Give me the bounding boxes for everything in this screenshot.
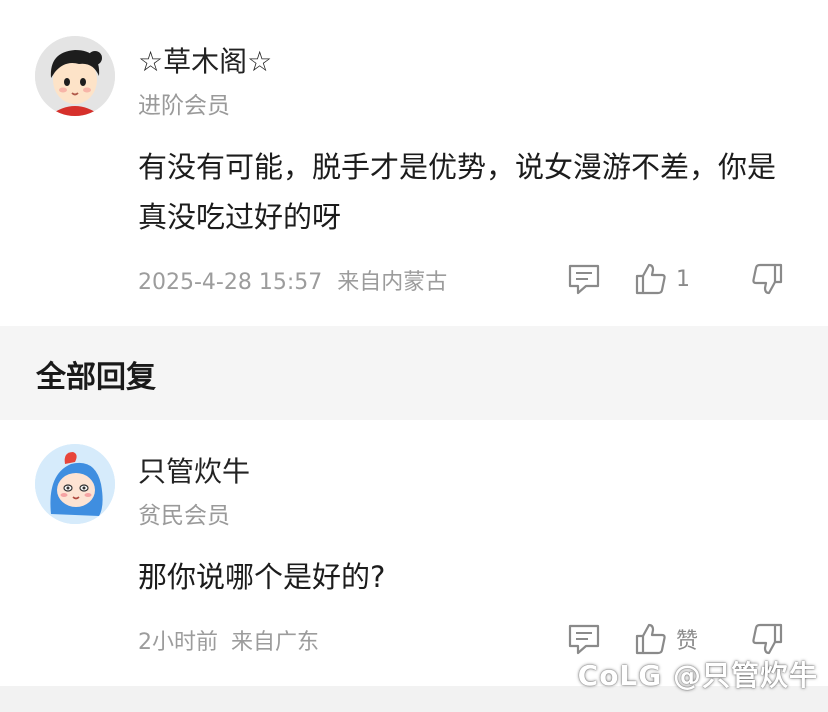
username[interactable]: ☆草木阁☆ <box>138 40 272 80</box>
timestamp: 2025-4-28 15:57 <box>138 270 323 295</box>
watermark: CoLG @只管炊牛 <box>577 659 818 692</box>
avatar[interactable] <box>35 36 115 116</box>
like-button[interactable]: 赞 <box>634 622 698 656</box>
reply-icon <box>568 624 600 655</box>
comment-meta: 2025-4-28 15:57 来自内蒙古 <box>138 264 447 296</box>
like-button[interactable]: 1 <box>634 262 690 296</box>
like-count: 1 <box>676 266 690 292</box>
member-level: 贫民会员 <box>138 503 230 529</box>
location: 来自广东 <box>231 630 320 655</box>
cartoon-hood-avatar-icon <box>35 444 115 524</box>
thumbs-down-icon <box>752 623 783 655</box>
avatar[interactable] <box>35 444 115 524</box>
reply-button[interactable] <box>566 622 602 656</box>
location: 来自内蒙古 <box>337 270 448 295</box>
thumbs-down-icon <box>752 263 783 295</box>
dislike-button[interactable] <box>750 622 784 656</box>
comment-content: 那你说哪个是好的? <box>138 560 386 594</box>
section-header: 全部回复 <box>0 326 828 420</box>
reply-icon <box>568 264 600 295</box>
thumbs-up-icon <box>635 263 666 295</box>
comment-card-1: ☆草木阁☆ 进阶会员 有没有可能，脱手才是优势，说女漫游不差，你是真没吃过好的呀… <box>0 0 828 326</box>
thumbs-up-icon <box>635 623 666 655</box>
username[interactable]: 只管炊牛 <box>138 450 250 490</box>
comment-meta: 2小时前 来自广东 <box>138 624 319 656</box>
reply-button[interactable] <box>566 262 602 296</box>
timestamp: 2小时前 <box>138 630 218 655</box>
dislike-button[interactable] <box>750 262 784 296</box>
member-level: 进阶会员 <box>138 93 230 119</box>
section-title: 全部回复 <box>36 360 156 395</box>
comment-content: 有没有可能，脱手才是优势，说女漫游不差，你是真没吃过好的呀 <box>138 150 777 234</box>
like-label: 赞 <box>676 629 699 654</box>
comment-card-2: 只管炊牛 贫民会员 那你说哪个是好的? 2小时前 来自广东 赞 <box>0 420 828 686</box>
cartoon-girl-avatar-icon <box>35 36 115 116</box>
